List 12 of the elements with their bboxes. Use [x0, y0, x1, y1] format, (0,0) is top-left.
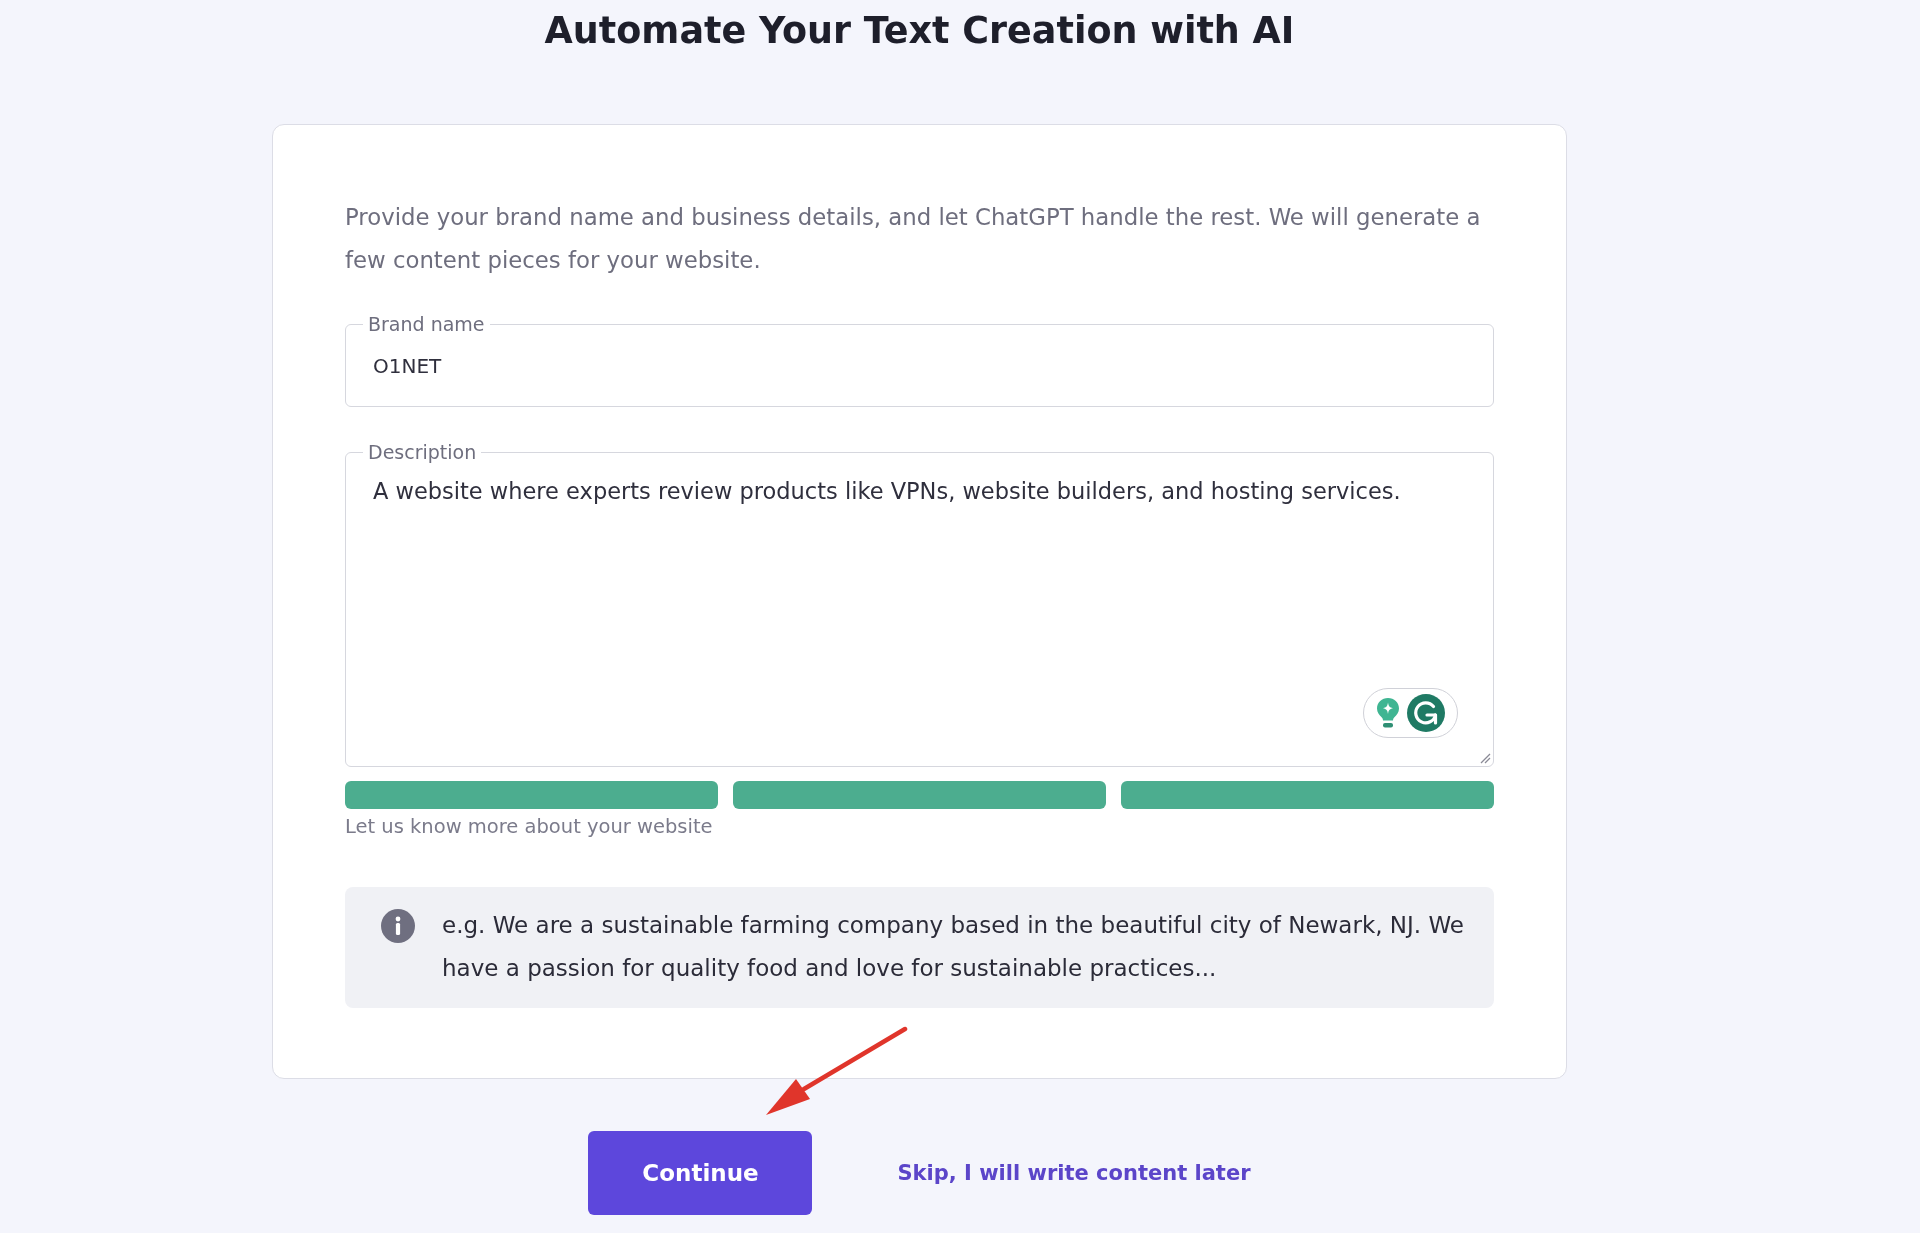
writing-assistant-toolbar[interactable]: [1363, 688, 1458, 738]
lightbulb-icon[interactable]: [1376, 698, 1399, 728]
info-icon: [381, 909, 415, 943]
field-label: Description: [367, 440, 478, 464]
resize-handle-icon[interactable]: [1480, 753, 1491, 764]
field-label: Brand name: [367, 312, 486, 336]
skip-link[interactable]: Skip, I will write content later: [897, 1161, 1251, 1185]
hint-text: Let us know more about your website: [345, 815, 714, 839]
example-text: e.g. We are a sustainable farming company based in the beautiful city of Newark, NJ. We have a passion for quality food and love for sustainable practices...: [442, 911, 1465, 983]
intro-text: Provide your brand name and business details, and let ChatGPT handle the rest. We will generate a few content pieces for your website.: [345, 203, 1482, 275]
page-title: Automate Your Text Creation with AI: [544, 8, 1295, 54]
continue-button[interactable]: Continue: [588, 1131, 813, 1215]
